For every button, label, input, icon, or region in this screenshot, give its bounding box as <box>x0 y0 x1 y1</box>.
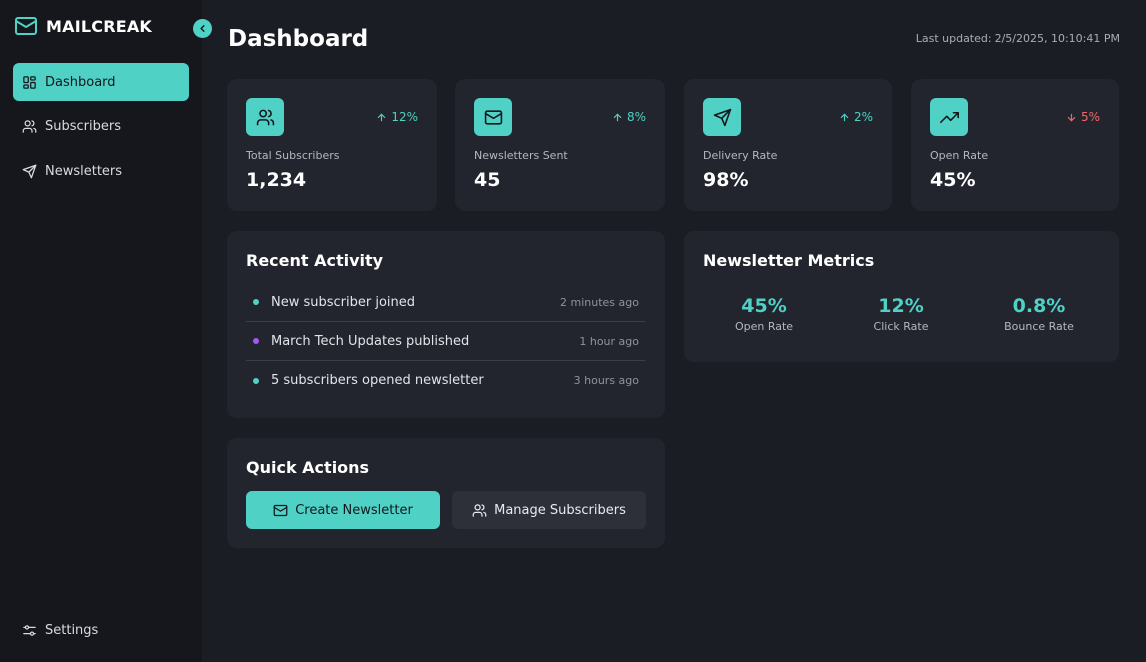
page-title: Dashboard <box>228 26 369 52</box>
newsletter-metrics-card: Newsletter Metrics 45% Open Rate 12% Cli… <box>684 231 1119 362</box>
sliders-icon <box>22 623 37 638</box>
list-item[interactable]: New subscriber joined 2 minutes ago <box>246 283 645 322</box>
last-updated-label: Last updated: <box>915 32 992 45</box>
sidebar-item-label: Settings <box>45 622 99 638</box>
quick-actions-title: Quick Actions <box>246 458 370 477</box>
metric-value: 12% <box>878 295 924 317</box>
send-icon <box>22 164 37 179</box>
stat-card-newsletters-sent: 8% Newsletters Sent 45 <box>455 79 665 211</box>
brand[interactable]: MAILCREAK <box>14 14 152 38</box>
stat-change: 5% <box>1066 110 1100 124</box>
stat-change: 12% <box>376 110 418 124</box>
app-root: MAILCREAK Dashboard Subscribers Newslett… <box>0 0 1146 662</box>
activity-list: New subscriber joined 2 minutes ago Marc… <box>246 283 645 400</box>
dashboard-icon <box>22 75 37 90</box>
status-dot <box>253 338 259 344</box>
stat-value: 45 <box>474 169 501 191</box>
metric-label: Click Rate <box>873 320 929 333</box>
stat-change-value: 2% <box>853 110 873 124</box>
arrow-up-icon <box>612 112 623 123</box>
button-label: Manage Subscribers <box>494 502 626 518</box>
send-icon <box>703 98 741 136</box>
status-dot <box>253 377 259 384</box>
stat-label: Delivery Rate <box>703 149 778 162</box>
sidebar-item-dashboard[interactable]: Dashboard <box>13 63 189 101</box>
stat-label: Open Rate <box>930 149 989 162</box>
chevron-left-icon <box>197 23 208 34</box>
stat-change: 2% <box>839 110 873 124</box>
activity-time: 1 hour ago <box>579 334 639 348</box>
stat-change-value: 12% <box>391 110 418 124</box>
users-icon <box>22 119 37 134</box>
stat-change-value: 5% <box>1080 110 1100 124</box>
sidebar: MAILCREAK Dashboard Subscribers Newslett… <box>0 0 202 662</box>
sidebar-item-newsletters[interactable]: Newsletters <box>13 152 189 190</box>
button-label: Create Newsletter <box>295 502 413 518</box>
collapse-sidebar-button[interactable] <box>193 19 212 38</box>
stat-card-delivery-rate: 2% Delivery Rate 98% <box>684 79 892 211</box>
arrow-down-icon <box>1066 112 1077 123</box>
stat-label: Newsletters Sent <box>474 149 568 162</box>
activity-time: 2 minutes ago <box>560 295 639 309</box>
activity-text: March Tech Updates published <box>271 333 470 349</box>
arrow-up-icon <box>376 112 387 123</box>
mail-icon <box>273 503 288 518</box>
metric-bounce-rate: 0.8% Bounce Rate <box>969 295 1109 333</box>
stat-value: 1,234 <box>246 169 307 191</box>
brand-name: MAILCREAK <box>46 16 153 36</box>
arrow-up-icon <box>839 112 850 123</box>
newsletter-metrics-title: Newsletter Metrics <box>703 251 875 270</box>
activity-time: 3 hours ago <box>573 374 639 387</box>
stat-card-open-rate: 5% Open Rate 45% <box>911 79 1119 211</box>
stat-change-value: 8% <box>626 110 646 124</box>
sidebar-item-label: Dashboard <box>45 74 116 90</box>
recent-activity-card: Recent Activity New subscriber joined 2 … <box>227 231 665 418</box>
last-updated: Last updated: 2/5/2025, 10:10:41 PM <box>913 32 1120 45</box>
stat-label: Total Subscribers <box>246 149 340 162</box>
metric-open-rate: 45% Open Rate <box>694 295 834 333</box>
metric-value: 45% <box>741 295 787 317</box>
activity-text: New subscriber joined <box>271 294 416 310</box>
stat-card-total-subscribers: 12% Total Subscribers 1,234 <box>227 79 437 211</box>
metric-value: 0.8% <box>1012 295 1066 317</box>
sidebar-item-label: Newsletters <box>45 163 123 179</box>
manage-subscribers-button[interactable]: Manage Subscribers <box>452 491 646 529</box>
trending-up-icon <box>930 98 968 136</box>
metric-label: Open Rate <box>734 320 794 333</box>
sidebar-item-label: Subscribers <box>45 118 121 134</box>
last-updated-value: 2/5/2025, 10:10:41 PM <box>994 32 1120 45</box>
stat-value: 45% <box>930 169 976 191</box>
mail-icon <box>14 14 38 38</box>
stat-change: 8% <box>612 110 646 124</box>
metric-click-rate: 12% Click Rate <box>831 295 971 333</box>
mail-icon <box>474 98 512 136</box>
list-item[interactable]: 5 subscribers opened newsletter 3 hours … <box>246 361 645 400</box>
sidebar-item-settings[interactable]: Settings <box>13 611 189 649</box>
users-icon <box>246 98 284 136</box>
status-dot <box>253 299 259 305</box>
stat-value: 98% <box>703 169 749 191</box>
create-newsletter-button[interactable]: Create Newsletter <box>246 491 440 529</box>
metric-label: Bounce Rate <box>1004 320 1074 333</box>
users-icon <box>472 503 487 518</box>
list-item[interactable]: March Tech Updates published 1 hour ago <box>246 322 645 361</box>
sidebar-item-subscribers[interactable]: Subscribers <box>13 107 189 145</box>
recent-activity-title: Recent Activity <box>246 251 384 270</box>
quick-actions-card: Quick Actions Create Newsletter Manage S… <box>227 438 665 548</box>
activity-text: 5 subscribers opened newsletter <box>271 373 484 388</box>
